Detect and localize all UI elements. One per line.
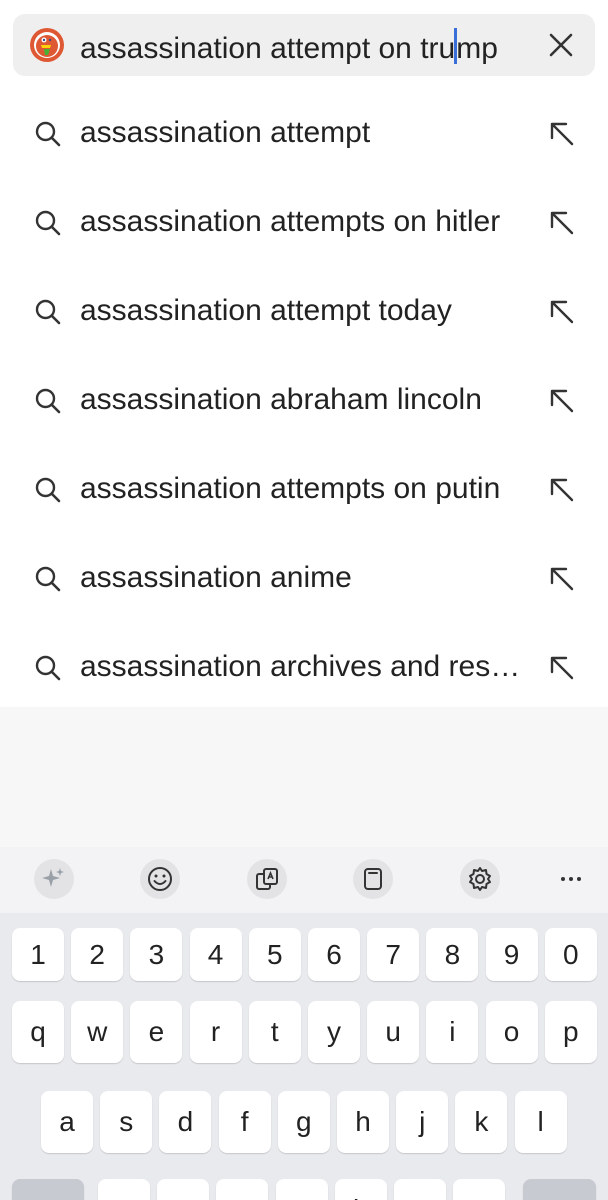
suggestion-label: assassination attempts on hitler (80, 205, 501, 238)
key-7[interactable]: 7 (367, 928, 420, 981)
key-9[interactable]: 9 (485, 928, 538, 981)
key-e[interactable]: e (130, 1001, 183, 1063)
key-8[interactable]: 8 (426, 928, 479, 981)
emoji-icon[interactable] (140, 859, 180, 899)
search-icon (35, 477, 61, 503)
key-o[interactable]: o (485, 1001, 538, 1063)
close-icon[interactable] (546, 30, 576, 60)
search-icon (35, 299, 61, 325)
suggestion-item[interactable]: assassination anime (0, 534, 608, 623)
key-q[interactable]: q (12, 1001, 64, 1063)
key-j[interactable]: j (396, 1091, 449, 1153)
arrow-up-left-icon[interactable] (548, 209, 576, 237)
search-icon (35, 655, 61, 681)
settings-icon[interactable] (460, 859, 500, 899)
search-icon (35, 121, 61, 147)
key-g[interactable]: g (277, 1091, 330, 1153)
search-icon (35, 566, 61, 592)
key-0[interactable]: 0 (544, 928, 597, 981)
key-1[interactable]: 1 (12, 928, 64, 981)
ai-sparkle-icon[interactable] (34, 859, 74, 899)
search-bar[interactable]: assassination attempt on trump (13, 14, 595, 76)
key-2[interactable]: 2 (71, 928, 124, 981)
key-k[interactable]: k (455, 1091, 508, 1153)
key-h[interactable]: h (337, 1091, 389, 1153)
empty-area (0, 707, 608, 847)
suggestion-label: assassination attempt today (80, 294, 452, 327)
search-input[interactable]: assassination attempt on trump (80, 28, 498, 66)
key-u[interactable]: u (367, 1001, 420, 1063)
suggestion-label: assassination attempt (80, 116, 371, 149)
arrow-up-left-icon[interactable] (548, 120, 576, 148)
key-y[interactable]: y (308, 1001, 360, 1063)
keyboard-toolbar (0, 847, 608, 913)
suggestion-label: assassination abraham lincoln (80, 383, 482, 416)
suggestion-label: assassination archives and res… (80, 650, 521, 683)
suggestion-item[interactable]: assassination attempt (0, 89, 608, 178)
backspace-key[interactable] (523, 1179, 596, 1200)
key-x[interactable]: x (157, 1179, 210, 1200)
key-p[interactable]: p (544, 1001, 597, 1063)
suggestion-item[interactable]: assassination archives and res… (0, 623, 608, 712)
suggestion-item[interactable]: assassination attempts on hitler (0, 178, 608, 267)
key-d[interactable]: d (159, 1091, 212, 1153)
keyboard: 1234567890 qwertyuiop asdfghjkl zxcvbnm (0, 847, 608, 1200)
key-f[interactable]: f (218, 1091, 271, 1153)
more-icon[interactable] (551, 859, 591, 899)
search-icon (35, 388, 61, 414)
search-query-start: assassination attempt on tru (80, 32, 456, 65)
key-5[interactable]: 5 (248, 928, 301, 981)
key-s[interactable]: s (100, 1091, 153, 1153)
suggestion-item[interactable]: assassination abraham lincoln (0, 356, 608, 445)
key-v[interactable]: v (275, 1179, 328, 1200)
key-l[interactable]: l (514, 1091, 567, 1153)
key-3[interactable]: 3 (130, 928, 183, 981)
clipboard-icon[interactable] (353, 859, 393, 899)
key-6[interactable]: 6 (308, 928, 360, 981)
key-t[interactable]: t (248, 1001, 301, 1063)
suggestion-item[interactable]: assassination attempts on putin (0, 445, 608, 534)
key-4[interactable]: 4 (189, 928, 242, 981)
arrow-up-left-icon[interactable] (548, 565, 576, 593)
translate-icon[interactable] (247, 859, 287, 899)
arrow-up-left-icon[interactable] (548, 387, 576, 415)
suggestion-label: assassination anime (80, 561, 352, 594)
suggestion-list: assassination attempt assassination attem… (0, 89, 608, 712)
arrow-up-left-icon[interactable] (548, 476, 576, 504)
duckduckgo-logo (30, 28, 64, 62)
key-z[interactable]: z (98, 1179, 150, 1200)
suggestion-item[interactable]: assassination attempt today (0, 267, 608, 356)
key-b[interactable]: b (334, 1179, 387, 1200)
key-i[interactable]: i (426, 1001, 479, 1063)
key-m[interactable]: m (453, 1179, 506, 1200)
arrow-up-left-icon[interactable] (548, 298, 576, 326)
key-a[interactable]: a (41, 1091, 93, 1153)
key-w[interactable]: w (71, 1001, 124, 1063)
key-r[interactable]: r (189, 1001, 242, 1063)
suggestion-label: assassination attempts on putin (80, 472, 501, 505)
search-icon (35, 210, 61, 236)
key-n[interactable]: n (394, 1179, 446, 1200)
shift-key[interactable] (12, 1179, 84, 1200)
search-query-end: mp (456, 32, 498, 65)
key-c[interactable]: c (216, 1179, 269, 1200)
arrow-up-left-icon[interactable] (548, 654, 576, 682)
